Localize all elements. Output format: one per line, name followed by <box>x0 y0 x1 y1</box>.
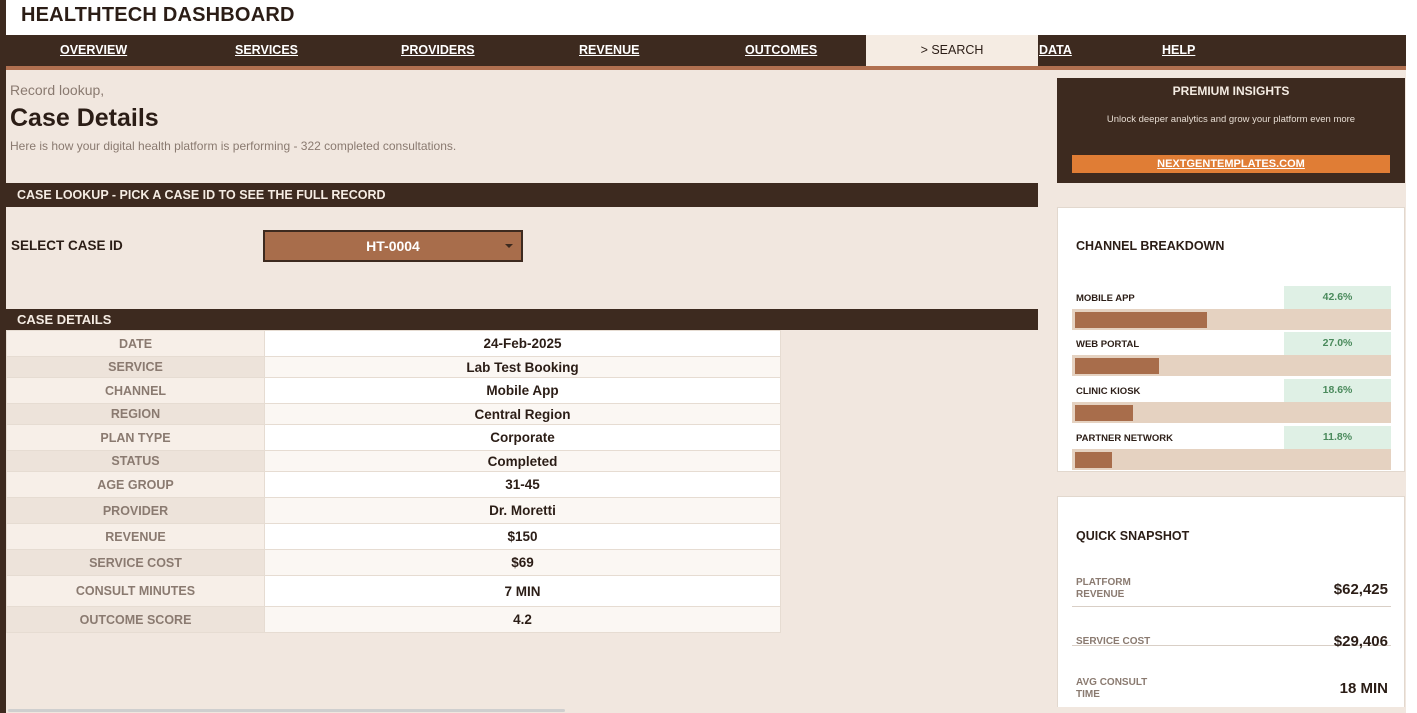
snapshot-label: PLATFORM REVENUE <box>1076 577 1131 600</box>
quick-snapshot-card: QUICK SNAPSHOT PLATFORM REVENUE $62,425 … <box>1057 496 1405 713</box>
detail-key: REVENUE <box>6 523 265 550</box>
detail-value: 7 MIN <box>264 575 781 607</box>
detail-value: Corporate <box>264 424 781 451</box>
detail-key: REGION <box>6 403 265 425</box>
table-row: OUTCOME SCORE 4.2 <box>6 606 781 633</box>
case-id-value: HT-0004 <box>366 238 420 254</box>
snapshot-row: PLATFORM REVENUE $62,425 <box>1072 569 1391 607</box>
detail-key: SERVICE COST <box>6 549 265 576</box>
snapshot-row: SERVICE COST $29,406 <box>1072 609 1391 650</box>
channel-percent: 27.0% <box>1284 332 1391 355</box>
dashboard-window: HEALTHTECH DASHBOARD OVERVIEW SERVICES P… <box>0 0 1417 713</box>
table-row: REVENUE $150 <box>6 523 781 550</box>
channel-bar <box>1075 312 1207 328</box>
channel-bar-track <box>1072 309 1391 330</box>
right-margin <box>1406 0 1417 713</box>
tab-help[interactable]: HELP <box>1162 35 1195 66</box>
detail-key: PLAN TYPE <box>6 424 265 451</box>
table-row: REGION Central Region <box>6 403 781 425</box>
channel-row: WEB PORTAL 27.0% <box>1072 332 1391 379</box>
table-row: PROVIDER Dr. Moretti <box>6 497 781 524</box>
channel-label: PARTNER NETWORK <box>1076 433 1173 444</box>
table-row: SERVICE COST $69 <box>6 549 781 576</box>
snapshot-value: $62,425 <box>1333 581 1388 598</box>
channel-bar-track <box>1072 402 1391 423</box>
table-row: PLAN TYPE Corporate <box>6 424 781 451</box>
detail-value: Central Region <box>264 403 781 425</box>
channel-percent: 18.6% <box>1284 379 1391 402</box>
case-details-bar: CASE DETAILS <box>6 309 1038 330</box>
chevron-down-icon[interactable] <box>505 244 513 248</box>
channel-bar <box>1075 452 1112 468</box>
tab-overview[interactable]: OVERVIEW <box>60 35 127 66</box>
detail-key: CHANNEL <box>6 377 265 404</box>
channel-percent: 11.8% <box>1284 426 1391 449</box>
header: HEALTHTECH DASHBOARD <box>6 0 1406 35</box>
channel-breakdown-card: CHANNEL BREAKDOWN MOBILE APP 42.6% WEB P… <box>1057 207 1405 472</box>
premium-subtitle: Unlock deeper analytics and grow your pl… <box>1106 114 1356 125</box>
app-title: HEALTHTECH DASHBOARD <box>21 4 295 26</box>
detail-value: Dr. Moretti <box>264 497 781 524</box>
snapshot-label: SERVICE COST <box>1076 636 1151 647</box>
quick-snapshot-title: QUICK SNAPSHOT <box>1076 529 1190 543</box>
table-row: DATE 24-Feb-2025 <box>6 330 781 357</box>
channel-label: CLINIC KIOSK <box>1076 386 1141 397</box>
page-title: Case Details <box>10 104 159 132</box>
channel-bar-track <box>1072 355 1391 376</box>
detail-key: AGE GROUP <box>6 471 265 498</box>
channel-bar <box>1075 358 1159 374</box>
tab-providers[interactable]: PROVIDERS <box>401 35 475 66</box>
case-lookup-bar: CASE LOOKUP - PICK A CASE ID TO SEE THE … <box>6 183 1038 207</box>
premium-insights-panel: PREMIUM INSIGHTS Unlock deeper analytics… <box>1057 78 1405 183</box>
snapshot-value: $29,406 <box>1333 633 1388 650</box>
scrollbar-thumb[interactable] <box>8 709 565 712</box>
channel-row: PARTNER NETWORK 11.8% <box>1072 426 1391 473</box>
select-case-label: SELECT CASE ID <box>11 238 123 253</box>
nav-bar: OVERVIEW SERVICES PROVIDERS REVENUE OUTC… <box>6 35 1406 66</box>
detail-key: STATUS <box>6 450 265 472</box>
detail-value: 24-Feb-2025 <box>264 330 781 357</box>
channel-percent: 42.6% <box>1284 286 1391 309</box>
detail-value: Mobile App <box>264 377 781 404</box>
detail-key: CONSULT MINUTES <box>6 575 265 607</box>
detail-value: 4.2 <box>264 606 781 633</box>
table-row: STATUS Completed <box>6 450 781 472</box>
detail-value: Lab Test Booking <box>264 356 781 378</box>
detail-value: $150 <box>264 523 781 550</box>
table-row: CONSULT MINUTES 7 MIN <box>6 575 781 607</box>
tab-outcomes[interactable]: OUTCOMES <box>745 35 817 66</box>
snapshot-row: AVG CONSULT TIME 18 MIN <box>1072 665 1391 705</box>
detail-key: DATE <box>6 330 265 357</box>
tab-revenue[interactable]: REVENUE <box>579 35 639 66</box>
detail-value: $69 <box>264 549 781 576</box>
snapshot-value: 18 MIN <box>1339 680 1388 697</box>
channel-label: MOBILE APP <box>1076 293 1135 304</box>
intro-kicker: Record lookup, <box>10 82 105 98</box>
channel-breakdown-title: CHANNEL BREAKDOWN <box>1076 239 1225 253</box>
detail-key: OUTCOME SCORE <box>6 606 265 633</box>
tab-data[interactable]: DATA <box>1039 35 1072 66</box>
channel-row: MOBILE APP 42.6% <box>1072 286 1391 333</box>
snapshot-label: AVG CONSULT TIME <box>1076 677 1148 700</box>
tab-services[interactable]: SERVICES <box>235 35 298 66</box>
table-row: AGE GROUP 31-45 <box>6 471 781 498</box>
table-row: CHANNEL Mobile App <box>6 377 781 404</box>
table-row: SERVICE Lab Test Booking <box>6 356 781 378</box>
detail-value: Completed <box>264 450 781 472</box>
main-content: Record lookup, Case Details Here is how … <box>6 70 1406 713</box>
nextgen-link-button[interactable]: NEXTGENTEMPLATES.COM <box>1072 155 1390 173</box>
detail-value: 31-45 <box>264 471 781 498</box>
channel-label: WEB PORTAL <box>1076 339 1140 350</box>
channel-bar-track <box>1072 449 1391 470</box>
tab-search[interactable]: > SEARCH <box>866 35 1038 66</box>
premium-title: PREMIUM INSIGHTS <box>1172 84 1290 98</box>
channel-bar <box>1075 405 1133 421</box>
channel-row: CLINIC KIOSK 18.6% <box>1072 379 1391 426</box>
detail-key: PROVIDER <box>6 497 265 524</box>
detail-key: SERVICE <box>6 356 265 378</box>
case-details-table: DATE 24-Feb-2025 SERVICE Lab Test Bookin… <box>6 330 781 633</box>
case-id-select[interactable]: HT-0004 <box>263 230 523 262</box>
page-subtitle: Here is how your digital health platform… <box>10 139 457 153</box>
